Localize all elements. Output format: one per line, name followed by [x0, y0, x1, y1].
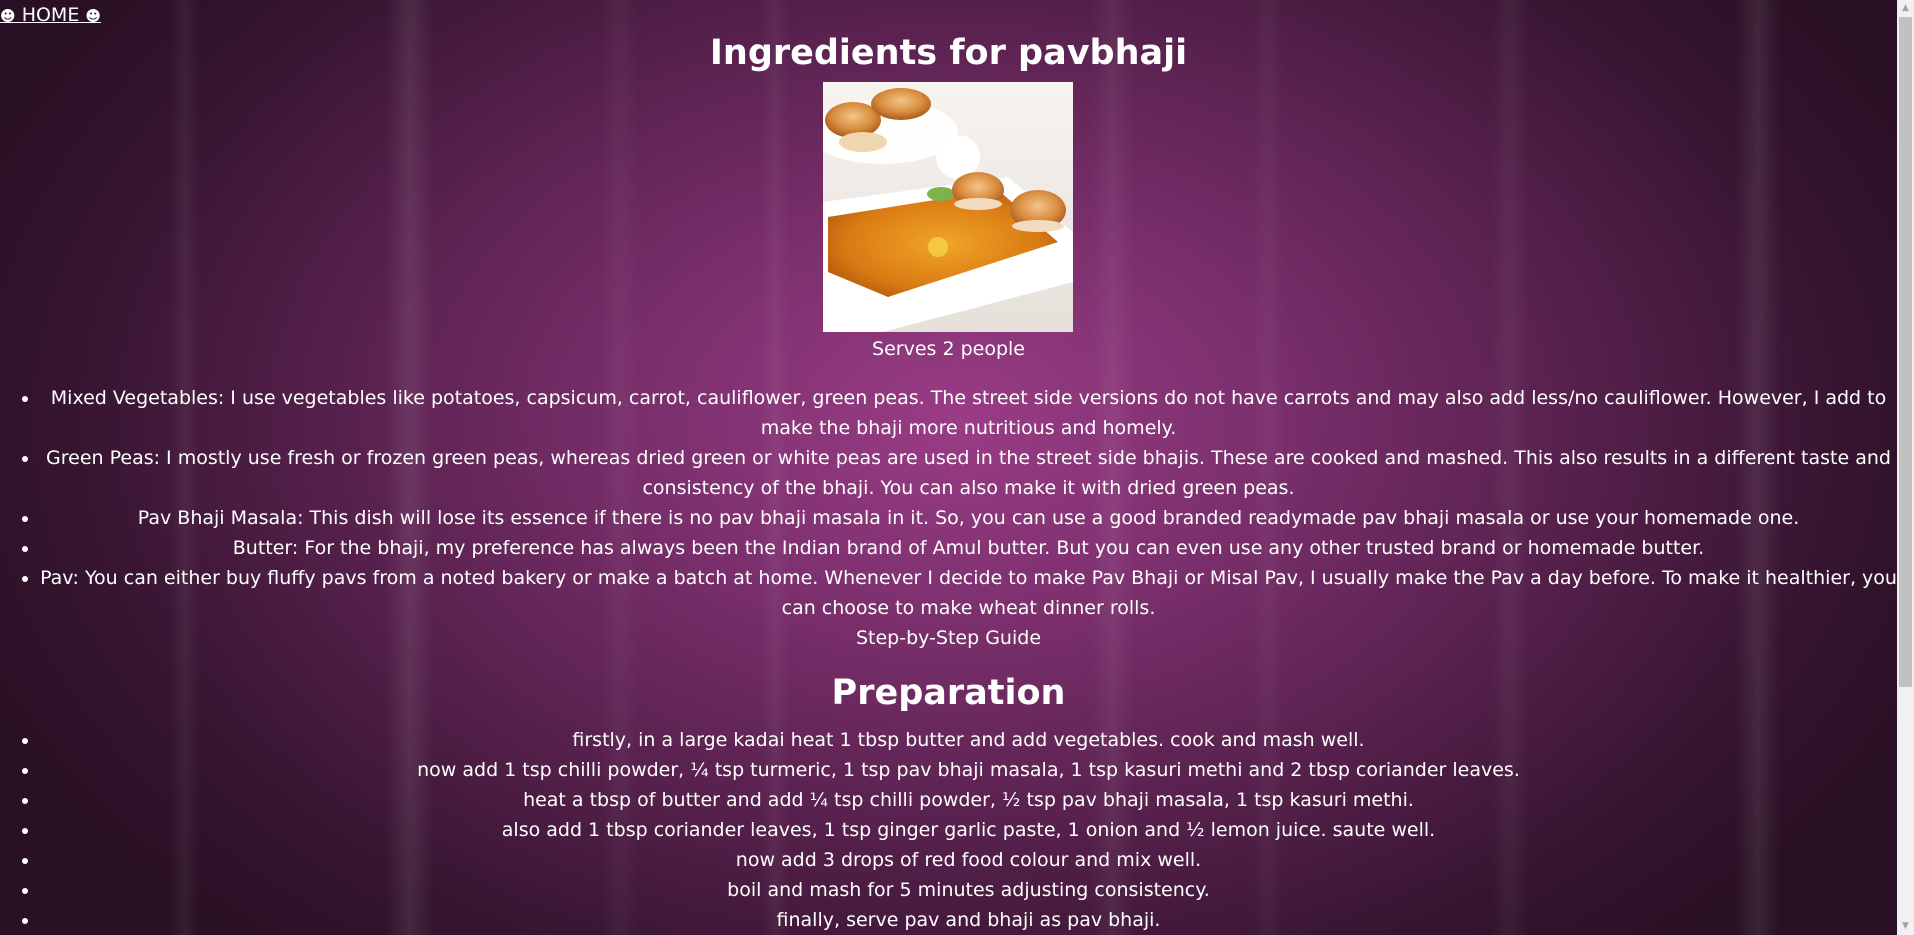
list-item: now add 1 tsp chilli powder, ¼ tsp turme…: [40, 755, 1897, 785]
list-item: finally, serve pav and bhaji as pav bhaj…: [40, 905, 1897, 935]
list-item: Pav: You can either buy fluffy pavs from…: [40, 563, 1897, 623]
scrollbar-thumb[interactable]: [1899, 17, 1912, 687]
list-item: heat a tbsp of butter and add ¼ tsp chil…: [40, 785, 1897, 815]
page-title: Ingredients for pavbhaji: [709, 33, 1188, 73]
list-item: Mixed Vegetables: I use vegetables like …: [40, 383, 1897, 443]
list-item: firstly, in a large kadai heat 1 tbsp bu…: [40, 725, 1897, 755]
list-item: Pav Bhaji Masala: This dish will lose it…: [40, 503, 1897, 533]
scroll-down-arrow-icon[interactable]: ▼: [1897, 918, 1914, 935]
pav-bhaji-image: [823, 82, 1073, 332]
list-item: boil and mash for 5 minutes adjusting co…: [40, 875, 1897, 905]
smiley-icon: ☻: [85, 7, 102, 25]
home-link[interactable]: ☻ HOME ☻: [0, 4, 101, 26]
preparation-steps-list: firstly, in a large kadai heat 1 tbsp bu…: [0, 725, 1897, 935]
preparation-heading: Preparation: [831, 673, 1066, 713]
ingredients-list: Mixed Vegetables: I use vegetables like …: [0, 383, 1897, 623]
list-item: also add 1 tbsp coriander leaves, 1 tsp …: [40, 815, 1897, 845]
step-by-step-guide-label: Step-by-Step Guide: [855, 627, 1042, 649]
scroll-up-arrow-icon[interactable]: ▲: [1897, 0, 1914, 17]
smiley-icon: ☻: [0, 7, 16, 25]
recipe-page: ☻ HOME ☻ Ingredients for pavbhaji Serves…: [0, 0, 1897, 935]
list-item: now add 3 drops of red food colour and m…: [40, 845, 1897, 875]
vertical-scrollbar[interactable]: ▲ ▼: [1897, 0, 1914, 935]
list-item: Butter: For the bhaji, my preference has…: [40, 533, 1897, 563]
list-item: Green Peas: I mostly use fresh or frozen…: [40, 443, 1897, 503]
home-link-label: HOME: [21, 4, 80, 26]
serves-text: Serves 2 people: [872, 338, 1025, 360]
